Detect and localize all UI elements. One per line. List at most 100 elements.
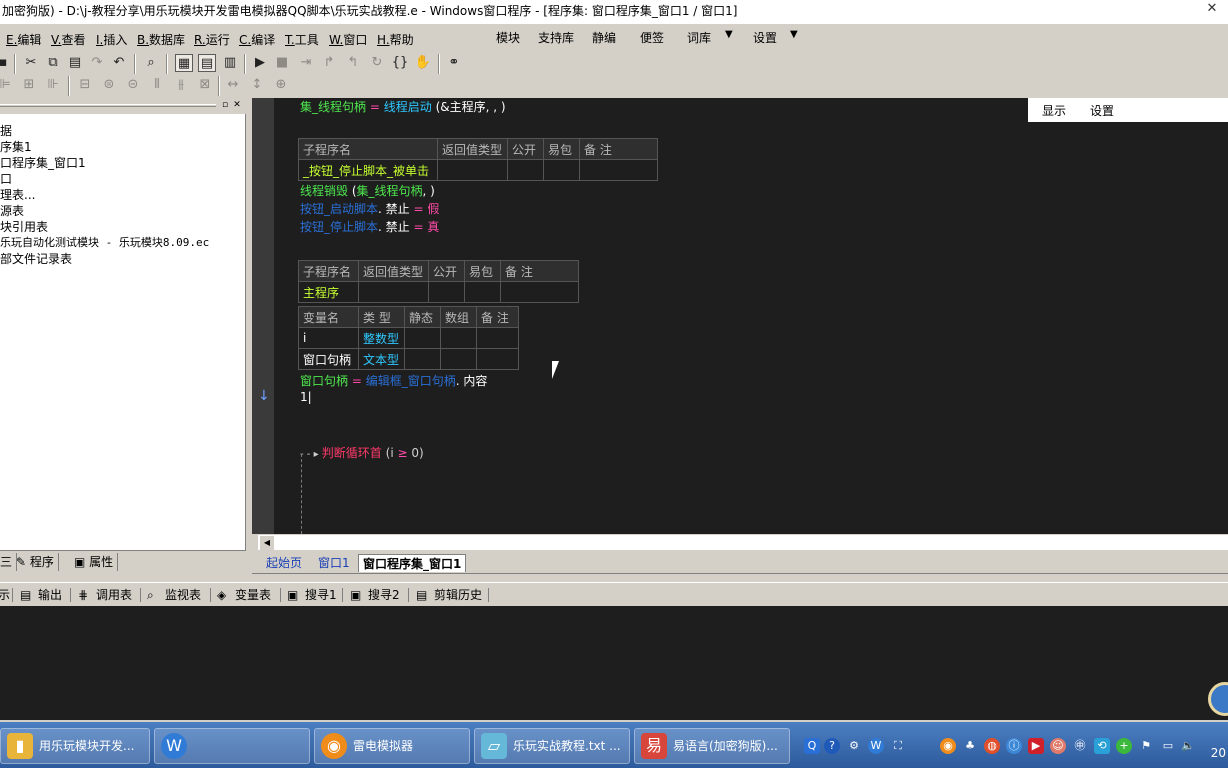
tray-search-icon[interactable]: Q (804, 738, 820, 754)
step-out-icon[interactable]: ↰ (344, 54, 362, 72)
tray-flag-icon[interactable]: ⚑ (1138, 738, 1154, 754)
tab-start-page[interactable]: 起始页 (262, 554, 306, 572)
save-icon[interactable]: ▪ (0, 54, 12, 72)
tab-program[interactable]: ✎ 程序 (12, 553, 59, 571)
code-editor[interactable]: 集_线程句柄 = 线程启动 (&主程序, , ) 子程序名 返回值类型 公开 易… (274, 98, 1228, 534)
layout-panel-2-icon[interactable]: ▤ (198, 54, 216, 72)
h-spacing-icon[interactable]: ⫴ (148, 76, 166, 94)
output-panel[interactable] (0, 606, 1228, 720)
menu-edit[interactable]: E.编辑 (6, 31, 41, 48)
align-left-icon[interactable]: ⊫ (0, 76, 14, 94)
step-into-icon[interactable]: ↱ (320, 54, 338, 72)
lexicon-dropdown-icon[interactable]: ▼ (725, 29, 733, 40)
panel-restore-icon[interactable]: ▫ (220, 100, 230, 110)
binoculars-icon[interactable]: ⚭ (445, 54, 463, 72)
editor-hscrollbar[interactable]: ◀ (258, 534, 1228, 550)
tray-avatar-icon[interactable]: ☺ (1050, 738, 1066, 754)
tree-node-external-files[interactable]: 部文件记录表 (0, 250, 72, 267)
tray-help-icon[interactable]: ? (824, 738, 840, 754)
floating-assistant-icon[interactable] (1208, 682, 1228, 716)
tray-volume-icon[interactable]: 🔈 (1180, 738, 1196, 754)
same-width-icon[interactable]: ↔ (224, 76, 242, 94)
braces-icon[interactable]: {} (391, 54, 409, 72)
menu-run[interactable]: R.运行 (194, 31, 230, 48)
tray-network-icon[interactable]: ⛶ (890, 738, 906, 754)
menu-static-compile[interactable]: 静编 (592, 29, 616, 46)
tray-penguin-icon[interactable]: ♣ (962, 738, 978, 754)
tab-clip-history[interactable]: ▤ 剪辑历史 (416, 586, 482, 604)
sub-name[interactable]: 主程序 (298, 281, 359, 303)
tab-window1[interactable]: 窗口1 (314, 554, 354, 572)
tab-call-stack[interactable]: ⋕ 调用表 (78, 586, 132, 604)
task-easy-language[interactable]: 易 易语言(加密狗版)... (634, 728, 790, 764)
clock[interactable]: 20 (1211, 746, 1226, 760)
cut-icon[interactable]: ✂ (22, 54, 40, 72)
stop-icon[interactable]: ■ (273, 54, 291, 72)
tree-node-assembly[interactable]: 序集1 (0, 138, 32, 155)
code-line-thread-destroy[interactable]: 线程销毁 (集_线程句柄, ) (300, 182, 435, 199)
redo-icon[interactable]: ↷ (88, 54, 106, 72)
tab-search2[interactable]: ▣ 搜寻2 (350, 586, 400, 604)
scroll-left-icon[interactable]: ◀ (260, 536, 274, 550)
tab-window-assembly[interactable]: 窗口程序集_窗口1 (358, 554, 467, 572)
settings-dropdown-icon[interactable]: ▼ (790, 29, 798, 40)
menu-insert[interactable]: I.插入 (96, 31, 127, 48)
step-over-icon[interactable]: ↻ (368, 54, 386, 72)
close-icon[interactable]: ✕ (1202, 2, 1222, 18)
same-size-icon[interactable]: ⊠ (196, 76, 214, 94)
tray-input-icon[interactable]: ㊥ (1072, 738, 1088, 754)
tray-add-icon[interactable]: + (1116, 738, 1132, 754)
project-tree[interactable]: 据 序集1 口程序集_窗口1 口 理表... 源表 块引用表 乐玩自动化测试模块… (0, 114, 246, 551)
popup-show[interactable]: 显示 (1042, 102, 1066, 119)
layout-panel-3-icon[interactable]: ▥ (221, 54, 239, 72)
tab-output[interactable]: ▤ 输出 (20, 586, 62, 604)
task-ldplayer[interactable]: ◉ 雷电模拟器 (314, 728, 470, 764)
same-height-icon[interactable]: ↕ (248, 76, 266, 94)
tray-browser-icon[interactable]: W (868, 738, 884, 754)
tray-display-icon[interactable]: ▭ (1160, 738, 1176, 754)
tab-variables[interactable]: ◈ 变量表 (217, 586, 271, 604)
tree-node-module-refs[interactable]: 块引用表 (0, 218, 48, 235)
code-line-disable-stop[interactable]: 按钮_停止脚本. 禁止 = 真 (300, 218, 439, 235)
sub-name[interactable]: _按钮_停止脚本_被单击 (298, 159, 438, 181)
layout-panel-1-icon[interactable]: ▦ (175, 54, 193, 72)
menu-window[interactable]: W.窗口 (329, 31, 367, 48)
menu-help[interactable]: H.帮助 (377, 31, 414, 48)
tree-node-resource-table[interactable]: 源表 (0, 202, 24, 219)
paste-icon[interactable]: ▤ (66, 54, 84, 72)
tree-node-const-table[interactable]: 理表... (0, 186, 35, 203)
tab-hint[interactable]: 示 (0, 586, 10, 604)
center-form-icon[interactable]: ⊕ (272, 76, 290, 94)
hand-icon[interactable]: ✋ (414, 54, 432, 72)
task-browser[interactable]: W (154, 728, 310, 764)
tray-sync-icon[interactable]: ⟲ (1094, 738, 1110, 754)
menu-compile[interactable]: C.编译 (239, 31, 275, 48)
tray-video-icon[interactable]: ▶ (1028, 738, 1044, 754)
tray-settings-icon[interactable]: ⚙ (846, 738, 862, 754)
align-right-icon[interactable]: ⊪ (44, 76, 62, 94)
menu-lexicon[interactable]: 词库 (687, 29, 711, 46)
tray-ldplayer-icon[interactable]: ◉ (940, 738, 956, 754)
code-line-cursor[interactable]: 1| (300, 390, 312, 404)
v-spacing-icon[interactable]: ⫵ (172, 76, 190, 94)
step-icon[interactable]: ⇥ (297, 54, 315, 72)
undo-icon[interactable]: ↶ (110, 54, 128, 72)
tray-info-icon[interactable]: ⓘ (1006, 738, 1022, 754)
tab-watch[interactable]: ⌕ 监视表 (147, 586, 201, 604)
menu-notes[interactable]: 便签 (640, 29, 664, 46)
code-line-enable-start[interactable]: 按钮_启动脚本. 禁止 = 假 (300, 200, 439, 217)
menu-support-lib[interactable]: 支持库 (538, 29, 574, 46)
find-icon[interactable]: ⌕ (142, 54, 160, 72)
tree-node-window[interactable]: 口 (0, 170, 12, 187)
tab-search1[interactable]: ▣ 搜寻1 (287, 586, 337, 604)
tree-node-data[interactable]: 据 (0, 122, 12, 139)
align-middle-icon[interactable]: ⊜ (100, 76, 118, 94)
menu-database[interactable]: B.数据库 (137, 31, 185, 48)
task-notepad[interactable]: ▱ 乐玩实战教程.txt ... (474, 728, 630, 764)
menu-view[interactable]: V.查看 (51, 31, 86, 48)
align-top-icon[interactable]: ⊟ (76, 76, 94, 94)
menu-tools[interactable]: T.工具 (285, 31, 319, 48)
menu-module[interactable]: 模块 (496, 29, 520, 46)
code-line-loop[interactable]: - - ▸ 判断循环首 (i ≥ 0) (300, 444, 424, 461)
run-icon[interactable]: ▶ (251, 54, 269, 72)
